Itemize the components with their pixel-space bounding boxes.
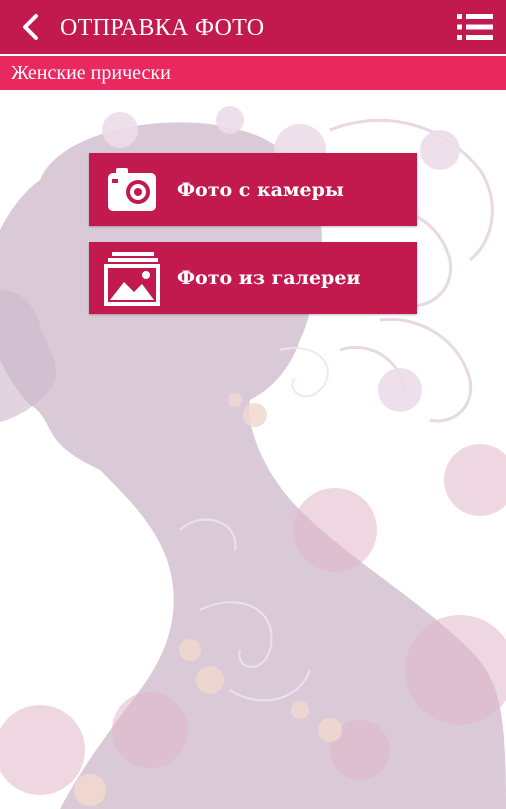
section-header: Женские прически [0, 56, 506, 90]
photo-from-gallery-label: Фото из галереи [177, 267, 361, 289]
app-bar: ОТПРАВКА ФОТО [0, 0, 506, 54]
photo-from-camera-button[interactable]: Фото с камеры [89, 153, 417, 226]
photo-from-camera-label: Фото с камеры [177, 178, 344, 201]
photo-from-gallery-button[interactable]: Фото из галереи [89, 242, 417, 314]
menu-button[interactable] [456, 9, 494, 45]
page-title: ОТПРАВКА ФОТО [60, 15, 265, 41]
back-button[interactable] [14, 11, 46, 43]
chevron-left-icon [23, 14, 38, 40]
section-title: Женские прически [11, 62, 171, 84]
list-menu-icon [457, 14, 493, 40]
camera-icon [108, 167, 156, 211]
gallery-image-icon [104, 252, 160, 306]
